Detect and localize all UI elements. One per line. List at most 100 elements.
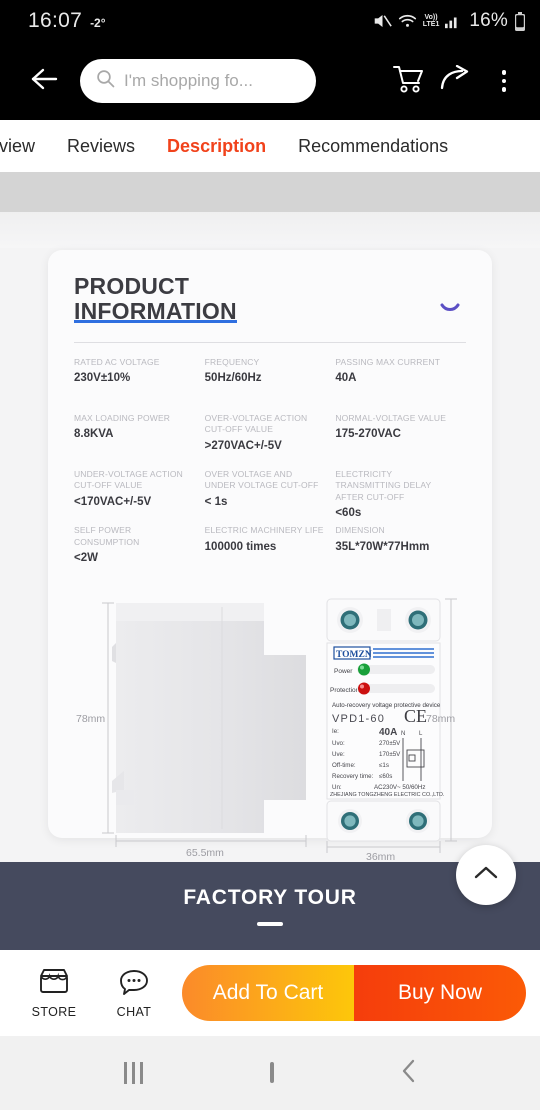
svg-text:≤1s: ≤1s [379, 762, 389, 769]
chevron-up-icon [473, 864, 499, 887]
page-title: PRODUCT INFORMATION [74, 274, 237, 324]
bottom-action-bar: STORE CHAT Add To Cart Buy Now [0, 950, 540, 1036]
svg-text:Recovery time:: Recovery time: [332, 773, 374, 780]
svg-text:N: N [401, 731, 405, 737]
buy-now-button[interactable]: Buy Now [354, 965, 526, 1021]
svg-text:Un:: Un: [332, 784, 342, 791]
spec-item: MAX LOADING POWER 8.8KVA [74, 413, 205, 463]
app-bar-actions [386, 59, 526, 103]
add-to-cart-button[interactable]: Add To Cart [182, 965, 354, 1021]
svg-text:AC230V~ 50/60Hz: AC230V~ 50/60Hz [374, 784, 425, 791]
battery-icon [514, 11, 526, 31]
store-label: STORE [31, 1004, 77, 1019]
volte-icon: Vo)) LTE1 [422, 14, 440, 28]
spec-label: NORMAL-VOLTAGE VALUE [335, 412, 447, 423]
svg-text:170±5V: 170±5V [379, 751, 401, 758]
search-placeholder: I'm shopping fo... [124, 71, 253, 90]
spec-label: RATED AC VOLTAGE [74, 356, 160, 367]
spec-label: OVER VOLTAGE AND UNDER VOLTAGE CUT-OFF [204, 468, 319, 491]
cart-button[interactable] [386, 59, 430, 103]
chat-label: CHAT [116, 1004, 152, 1019]
svg-text:Uve:: Uve: [332, 751, 345, 758]
title-underline [257, 922, 283, 926]
search-icon [96, 69, 115, 93]
spec-item: RATED AC VOLTAGE 230V±10% [74, 357, 205, 407]
image-band [0, 172, 540, 212]
store-button[interactable]: STORE [14, 968, 94, 1019]
phone-screen: 16:07 -2° Vo)) LTE1 16% I'm shopping fo.… [0, 0, 540, 1110]
wifi-icon [398, 13, 417, 29]
front-height-label: 78mm [426, 713, 455, 725]
product-information-card: PRODUCT INFORMATION RATED AC VOLTAGE 230… [48, 250, 492, 860]
spec-item: ELECTRICITY TRANSMITTING DELAY AFTER CUT… [335, 469, 466, 519]
side-height-label: 78mm [76, 713, 105, 725]
brand-label: TOMZN [336, 650, 372, 660]
spec-item: ELECTRIC MACHINERY LIFE 100000 times [205, 525, 336, 575]
led-protection-label: Protection [330, 687, 360, 694]
share-icon [439, 64, 473, 98]
svg-text:40A: 40A [379, 727, 397, 738]
spec-item: OVER VOLTAGE AND UNDER VOLTAGE CUT-OFF <… [205, 469, 336, 519]
ce-mark: CE [404, 706, 427, 726]
overflow-menu-button[interactable] [482, 59, 526, 103]
spec-value: <170VAC+/-5V [74, 495, 152, 508]
front-width-label: 36mm [366, 851, 395, 860]
clock: 16:07 [28, 9, 83, 32]
tab-overview[interactable]: verview [0, 136, 51, 157]
spec-label: UNDER-VOLTAGE ACTION CUT-OFF VALUE [74, 468, 183, 491]
temperature: -2° [90, 16, 106, 30]
svg-text:Uvo:: Uvo: [332, 740, 345, 747]
side-view-drawing [112, 603, 306, 834]
spec-label: OVER-VOLTAGE ACTION CUT-OFF VALUE [204, 412, 308, 435]
svg-text:270±5V: 270±5V [379, 740, 401, 747]
mute-icon [373, 13, 392, 29]
tab-description[interactable]: Description [151, 136, 282, 157]
signal-icon [445, 14, 461, 29]
store-icon [38, 968, 70, 999]
home-button[interactable] [269, 1062, 274, 1083]
content-fade [0, 212, 540, 248]
back-button[interactable] [22, 59, 66, 103]
share-button[interactable] [434, 59, 478, 103]
spec-value: 175-270VAC [335, 428, 401, 441]
spec-value: 50Hz/60Hz [204, 372, 262, 385]
spec-item: FREQUENCY 50Hz/60Hz [205, 357, 336, 407]
spec-label: MAX LOADING POWER [74, 412, 171, 423]
android-nav-bar [0, 1036, 540, 1110]
battery-percent: 16% [469, 10, 508, 31]
spec-label: ELECTRIC MACHINERY LIFE [204, 525, 324, 536]
spec-item: UNDER-VOLTAGE ACTION CUT-OFF VALUE <170V… [74, 469, 205, 519]
android-back-button[interactable] [401, 1058, 417, 1089]
spec-label: FREQUENCY [204, 356, 260, 367]
recents-button[interactable] [123, 1062, 143, 1084]
spec-item: OVER-VOLTAGE ACTION CUT-OFF VALUE >270VA… [205, 413, 336, 463]
spec-value: 35L*70W*77Hmm [335, 540, 430, 553]
svg-text:≤60s: ≤60s [379, 773, 392, 780]
tab-reviews[interactable]: Reviews [51, 136, 151, 157]
search-input[interactable]: I'm shopping fo... [80, 59, 316, 103]
side-width-label: 65.5mm [186, 847, 224, 859]
chat-button[interactable]: CHAT [94, 968, 174, 1019]
chevron-down-icon[interactable] [440, 300, 460, 318]
spec-value: 100000 times [204, 540, 277, 553]
spec-value: >270VAC+/-5V [204, 439, 282, 452]
card-header: PRODUCT INFORMATION [74, 274, 466, 324]
scroll-to-top-button[interactable] [456, 845, 516, 905]
back-chevron-icon [401, 1059, 417, 1088]
side-view-width-dimension [115, 835, 307, 848]
more-vertical-icon [501, 70, 507, 92]
status-bar: 16:07 -2° Vo)) LTE1 16% [0, 0, 540, 42]
svg-text:Ie:: Ie: [332, 728, 339, 735]
spec-label: SELF POWER CONSUMPTION [74, 525, 140, 547]
svg-text:Off-time:: Off-time: [332, 762, 356, 769]
spec-table: RATED AC VOLTAGE 230V±10% FREQUENCY 50Hz… [74, 357, 466, 575]
tab-bar: verview Reviews Description Recommendati… [0, 120, 540, 172]
manufacturer-label: ZHEJIANG TONGZHENG ELECTRIC CO.,LTD. [330, 792, 444, 798]
tab-recommendations[interactable]: Recommendations [282, 136, 464, 157]
spec-label: ELECTRICITY TRANSMITTING DELAY AFTER CUT… [335, 468, 432, 502]
recents-icon [123, 1062, 143, 1084]
purchase-buttons: Add To Cart Buy Now [182, 965, 526, 1021]
cart-icon [391, 64, 425, 99]
spec-item: SELF POWER CONSUMPTION <2W [74, 525, 205, 575]
spec-item: DIMENSION 35L*70W*77Hmm [335, 525, 466, 575]
